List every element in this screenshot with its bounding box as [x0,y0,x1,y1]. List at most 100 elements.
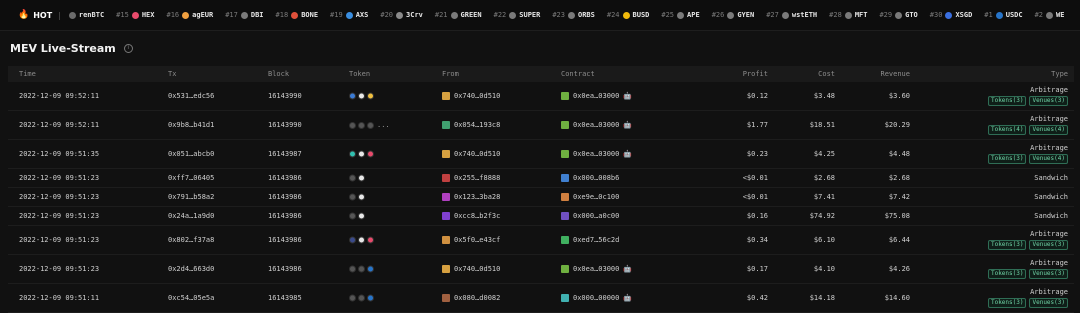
table-row[interactable]: 2022-12-09 09:52:11 0x9b8…b41d1 16143990..… [8,111,1074,140]
ticker-item[interactable]: #29 GTO [879,11,917,19]
tokens-badge[interactable]: Tokens(4) [987,125,1027,135]
ticker-item[interactable]: #21 GREEN [435,11,482,19]
token-icon[interactable] [358,265,365,273]
from-address-link[interactable]: 0x123…3ba28 [454,193,500,201]
from-address-link[interactable]: 0x054…193c8 [454,121,500,129]
token-icon[interactable] [349,150,356,158]
ticker-item[interactable]: #30 XSGD [930,11,973,19]
token-icon[interactable] [367,150,374,158]
venues-badge[interactable]: Venues(3) [1029,240,1068,250]
token-icon[interactable] [349,212,356,220]
token-icon[interactable] [358,92,365,100]
contract-address-link[interactable]: 0x0ea…03000 [573,92,619,100]
token-icon[interactable] [358,150,365,158]
token-icon[interactable] [367,121,374,129]
token-icon[interactable] [349,236,356,244]
contract-address-link[interactable]: 0x000…00000 [573,294,619,302]
tx-link[interactable]: 0x9b8…b41d1 [168,121,214,129]
tokens-badge[interactable]: Tokens(3) [987,96,1027,106]
tx-link[interactable]: 0xff7…06405 [168,174,214,182]
venues-badge[interactable]: Venues(3) [1029,96,1068,106]
from-address-link[interactable]: 0x740…0d510 [454,265,500,273]
contract-address-link[interactable]: 0x000…008b6 [573,174,619,182]
contract-address-link[interactable]: 0x0ea…03000 [573,265,619,273]
token-icon[interactable] [349,174,356,182]
ticker-item[interactable]: #24 BUSD [607,11,650,19]
token-icon[interactable] [367,294,374,302]
tx-link[interactable]: 0x2d4…663d0 [168,265,214,273]
block-link[interactable]: 16143986 [268,193,302,201]
token-icon[interactable] [367,236,374,244]
venues-badge[interactable]: Venues(3) [1029,269,1068,279]
tokens-badge[interactable]: Tokens(3) [987,240,1027,250]
tx-link[interactable]: 0x051…abcb0 [168,150,214,158]
ticker-item[interactable]: #27 wstETH [766,11,817,19]
table-row[interactable]: 2022-12-09 09:52:11 0x531…edc56 16143990 0x… [8,82,1074,111]
block-link[interactable]: 16143985 [268,294,302,302]
tx-link[interactable]: 0x791…b58a2 [168,193,214,201]
from-address-link[interactable]: 0x080…d0082 [454,294,500,302]
tokens-badge[interactable]: Tokens(3) [987,154,1027,164]
ticker-item[interactable]: #15 HEX [116,11,154,19]
token-icon[interactable] [349,121,356,129]
tokens-badge[interactable]: Tokens(3) [987,269,1027,279]
tokens-badge[interactable]: Tokens(3) [987,298,1027,308]
ticker-item[interactable]: #16 agEUR [166,11,213,19]
from-address-link[interactable]: 0xcc8…b2f3c [454,212,500,220]
table-row[interactable]: 2022-12-09 09:51:23 0x802…f37a8 16143986 0x… [8,226,1074,255]
ticker-item[interactable]: #19 AXS [330,11,368,19]
venues-badge[interactable]: Venues(4) [1029,125,1068,135]
table-row[interactable]: 2022-12-09 09:51:23 0x2d4…663d0 16143986 0x… [8,255,1074,284]
block-link[interactable]: 16143986 [268,236,302,244]
contract-address-link[interactable]: 0x0ea…03000 [573,121,619,129]
venues-badge[interactable]: Venues(4) [1029,154,1068,164]
ticker-item[interactable]: #25 APE [661,11,699,19]
tx-link[interactable]: 0xc54…05e5a [168,294,214,302]
contract-address-link[interactable]: 0xe9e…0c100 [573,193,619,201]
block-link[interactable]: 16143986 [268,212,302,220]
table-row[interactable]: 2022-12-09 09:51:35 0x051…abcb0 16143987 0x… [8,140,1074,169]
token-icon[interactable] [349,193,356,201]
info-icon[interactable]: i [123,43,133,53]
token-icon[interactable] [358,294,365,302]
ticker-item[interactable]: #2 WE [1035,11,1065,19]
venues-badge[interactable]: Venues(3) [1029,298,1068,308]
token-icon[interactable] [367,92,374,100]
token-icon[interactable] [349,92,356,100]
table-row[interactable]: 2022-12-09 09:51:23 0xff7…06405 16143986 0x… [8,169,1074,188]
token-icon[interactable] [358,174,365,182]
contract-address-link[interactable]: 0x0ea…03000 [573,150,619,158]
from-address-link[interactable]: 0x740…0d510 [454,150,500,158]
ticker-item[interactable]: #20 3Crv [380,11,423,19]
contract-address-link[interactable]: 0x000…a0c00 [573,212,619,220]
token-icon[interactable] [349,294,356,302]
ticker-item[interactable]: #23 ORBS [552,11,595,19]
ticker-item[interactable]: renBTC [68,11,104,19]
token-icon[interactable] [358,236,365,244]
table-row[interactable]: 2022-12-09 09:51:23 0x791…b58a2 16143986 0x… [8,188,1074,207]
ticker-item[interactable]: #26 GYEN [712,11,755,19]
token-icon[interactable] [358,212,365,220]
contract-address-link[interactable]: 0xed7…56c2d [573,236,619,244]
ticker-item[interactable]: #22 SUPER [494,11,541,19]
table-row[interactable]: 2022-12-09 09:51:11 0xc54…05e5a 16143985 0x… [8,284,1074,313]
token-icon[interactable] [358,121,365,129]
tx-link[interactable]: 0x802…f37a8 [168,236,214,244]
token-icon[interactable] [349,265,356,273]
tx-link[interactable]: 0x531…edc56 [168,92,214,100]
from-address-link[interactable]: 0x5f0…e43cf [454,236,500,244]
tx-link[interactable]: 0x24a…1a9d0 [168,212,214,220]
block-link[interactable]: 16143990 [268,92,302,100]
block-link[interactable]: 16143986 [268,174,302,182]
table-row[interactable]: 2022-12-09 09:51:23 0x24a…1a9d0 16143986 0x… [8,207,1074,226]
block-link[interactable]: 16143990 [268,121,302,129]
from-address-link[interactable]: 0x740…0d510 [454,92,500,100]
ticker-item[interactable]: #28 MFT [829,11,867,19]
block-link[interactable]: 16143986 [268,265,302,273]
block-link[interactable]: 16143987 [268,150,302,158]
from-address-link[interactable]: 0x255…f8888 [454,174,500,182]
ticker-item[interactable]: #1 USDC [984,11,1022,19]
token-icon[interactable] [358,193,365,201]
ticker-item[interactable]: #18 BONE [276,11,319,19]
token-icon[interactable] [367,265,374,273]
